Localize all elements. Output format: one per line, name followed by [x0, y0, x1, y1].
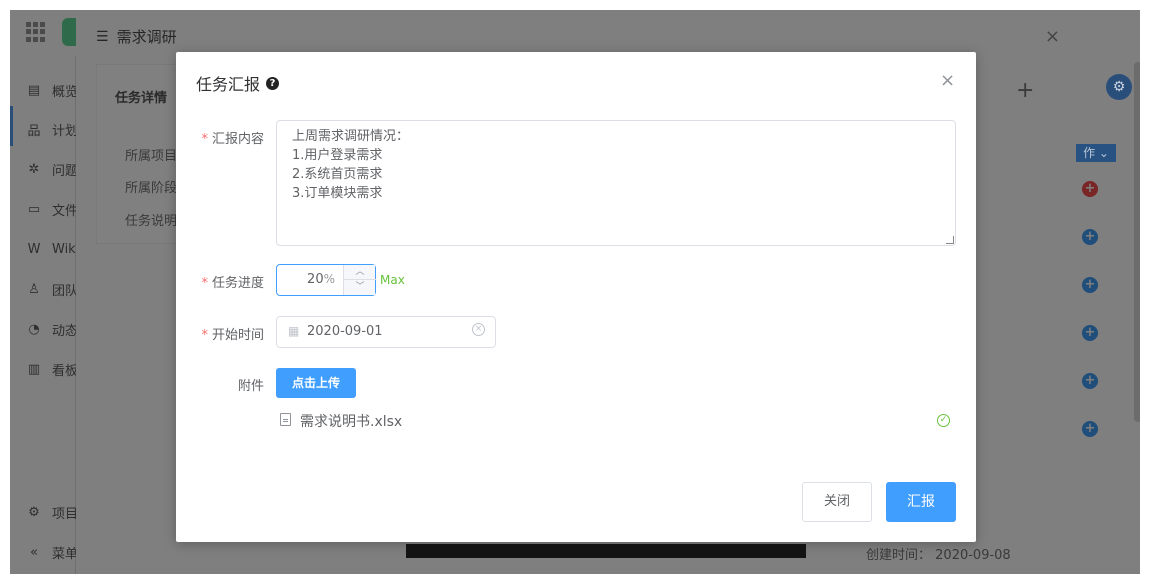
operation-dropdown-button[interactable]: 作 ⌄ [1076, 144, 1116, 162]
sidebar-item-label: 菜单 [52, 546, 79, 562]
sidebar-item-overview[interactable]: ▤ 概览 [26, 80, 78, 100]
add-icon[interactable]: + [1016, 78, 1034, 103]
stepper-up-icon[interactable]: ︿ [344, 265, 376, 280]
close-icon[interactable]: × [940, 70, 955, 91]
created-date: 创建时间： 2020-09-08 [866, 544, 1011, 563]
attachment-label: 附件 [237, 379, 264, 394]
calendar-icon: ▦ [288, 324, 300, 338]
file-name: 需求说明书.xlsx [300, 414, 403, 430]
sidebar-item-label: 概览 [52, 84, 79, 100]
add-circle-icon[interactable]: + [1082, 277, 1098, 293]
folder-icon: ▭ [27, 201, 41, 217]
window-title: ☰ 需求调研 [96, 26, 177, 47]
progress-stepper[interactable]: 20% ︿ ﹀ [276, 264, 376, 296]
remove-circle-icon[interactable]: + [1082, 181, 1098, 197]
start-date-value: 2020-09-01 [307, 324, 383, 339]
upload-button[interactable]: 点击上传 [276, 368, 356, 398]
sidebar-item-plan[interactable]: 品计划 [26, 119, 78, 139]
dialog-title: 任务汇报 ? [196, 71, 280, 95]
stepper-down-icon[interactable]: ﹀ [344, 280, 376, 295]
chart-icon: ▥ [27, 361, 41, 377]
settings-gear-icon[interactable]: ⚙ [1106, 74, 1132, 100]
content-label: * 汇报内容 [201, 132, 264, 147]
sidebar-item-team[interactable]: ♙ 团队 [26, 279, 78, 299]
sidebar: ▤ 概览 品计划 ✲ 问题 ▭ 文件 W Wiki ♙ 团队 ◔ 动态 ▥ 看板 ⚙ 项目 « 菜… [10, 56, 80, 574]
detail-row-description: 任务说明 [125, 214, 178, 229]
collapse-icon: « [30, 544, 38, 560]
report-content-textarea[interactable]: 上周需求调研情况： 1.用户登录需求 2.系统首页需求 3.订单模块需求 [276, 120, 956, 246]
sidebar-active-indicator [10, 106, 13, 146]
progress-label-text: 任务进度 [211, 276, 264, 291]
content-label-text: 汇报内容 [211, 132, 264, 147]
bug-icon: ✲ [28, 161, 40, 177]
progress-label: * 任务进度 [201, 276, 264, 291]
progress-number: 20 [307, 272, 324, 287]
start-time-label-text: 开始时间 [211, 328, 264, 343]
start-time-label: * 开始时间 [201, 328, 264, 343]
help-icon[interactable]: ? [266, 76, 280, 90]
sidebar-item-label: 文件 [52, 203, 79, 219]
uploaded-file-item[interactable]: 需求说明书.xlsx ✓ [276, 410, 956, 432]
progress-value[interactable]: 20% [307, 272, 335, 287]
overview-icon: ▤ [27, 82, 41, 98]
sidebar-item-label: 项目 [52, 506, 79, 522]
app-logo [62, 18, 76, 46]
sidebar-item-label: 团队 [52, 283, 79, 299]
sidebar-item-label: 问题 [52, 163, 79, 179]
resize-handle-icon[interactable] [946, 236, 954, 244]
menu-icon: ☰ [96, 28, 109, 45]
close-icon[interactable]: × [1045, 26, 1060, 47]
add-circle-icon[interactable]: + [1082, 373, 1098, 389]
add-circle-icon[interactable]: + [1082, 325, 1098, 341]
apps-grid-icon[interactable] [26, 22, 46, 42]
document-icon [280, 413, 291, 426]
created-date-value: 2020-09-08 [935, 548, 1011, 563]
wiki-icon: W [27, 241, 41, 257]
detail-row-stage: 所属阶段 [125, 181, 178, 196]
success-check-icon: ✓ [937, 414, 950, 427]
panel-title: 任务详情 [115, 91, 168, 106]
progress-unit: % [323, 272, 335, 286]
task-detail-panel: 任务详情 所属项目 所属阶段 任务说明 [96, 64, 186, 244]
created-date-label: 创建时间： [866, 548, 932, 563]
clear-icon[interactable]: × [472, 323, 485, 336]
team-icon: ♙ [28, 281, 40, 297]
sidebar-item-files[interactable]: ▭ 文件 [26, 199, 78, 219]
sidebar-collapse-menu[interactable]: « 菜单 [26, 542, 78, 562]
sidebar-item-issues[interactable]: ✲ 问题 [26, 159, 78, 179]
window-title-text: 需求调研 [116, 28, 177, 46]
close-button[interactable]: 关闭 [802, 482, 872, 522]
sidebar-item-wiki[interactable]: W Wiki [26, 239, 80, 259]
sidebar-item-project-settings[interactable]: ⚙ 项目 [26, 502, 78, 522]
sidebar-item-label: 看板 [52, 363, 79, 379]
activity-icon: ◔ [28, 321, 40, 337]
stepper-buttons: ︿ ﹀ [343, 265, 376, 295]
detail-row-project: 所属项目 [125, 149, 178, 164]
sitemap-icon: 品 [27, 123, 41, 139]
bottom-bar [406, 544, 806, 558]
submit-report-button[interactable]: 汇报 [886, 482, 956, 522]
add-circle-icon[interactable]: + [1082, 229, 1098, 245]
sidebar-item-label: 计划 [52, 123, 79, 139]
max-link[interactable]: Max [380, 273, 405, 287]
add-circle-icon[interactable]: + [1082, 421, 1098, 437]
scrollbar[interactable] [1134, 62, 1140, 422]
sidebar-item-board[interactable]: ▥ 看板 [26, 359, 78, 379]
sidebar-item-activity[interactable]: ◔ 动态 [26, 319, 78, 339]
dialog-title-text: 任务汇报 [196, 75, 261, 94]
sidebar-item-label: 动态 [52, 323, 79, 339]
gear-icon: ⚙ [28, 504, 40, 520]
task-report-dialog: 任务汇报 ? × * 汇报内容 上周需求调研情况： 1.用户登录需求 2.系统首页… [176, 52, 976, 542]
start-date-picker[interactable]: ▦ 2020-09-01 × [276, 316, 496, 348]
